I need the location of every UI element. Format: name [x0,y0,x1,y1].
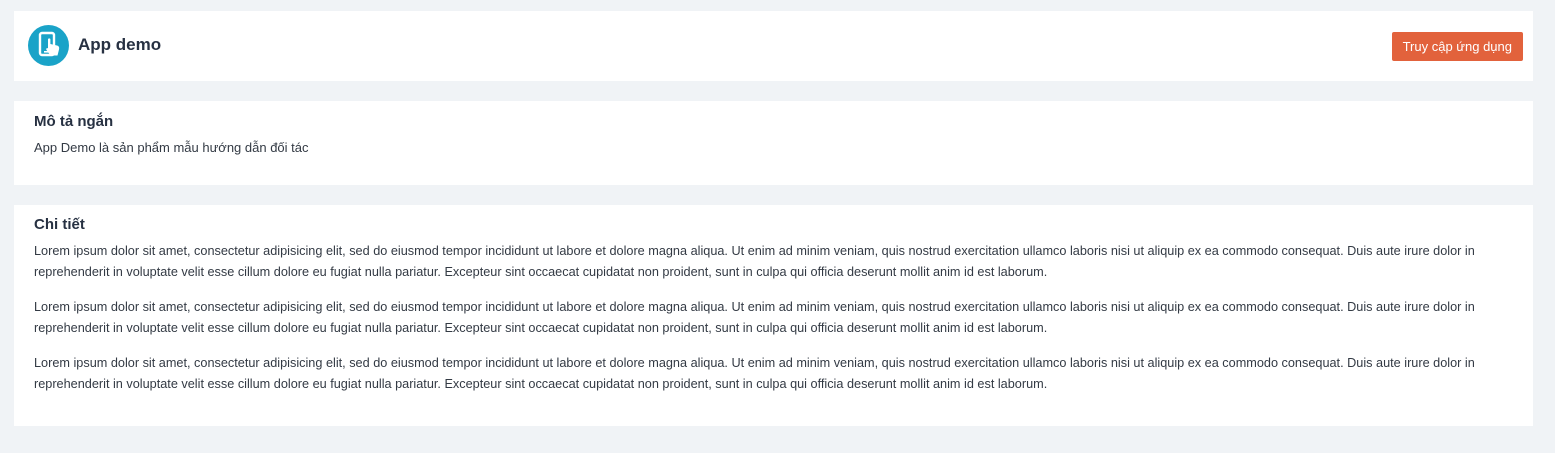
detail-paragraph: Lorem ipsum dolor sit amet, consectetur … [34,244,1475,279]
app-header: App demo Truy cập ứng dụng [14,11,1533,81]
detail-paragraph: Lorem ipsum dolor sit amet, consectetur … [34,300,1475,335]
detail-paragraph: Lorem ipsum dolor sit amet, consectetur … [34,356,1475,391]
details-title: Chi tiết [34,216,85,233]
details-section: Chi tiết Lorem ipsum dolor sit amet, con… [14,205,1533,426]
short-description-section: Mô tả ngắn App Demo là sản phẩm mẫu hướn… [14,101,1533,185]
access-app-button[interactable]: Truy cập ứng dụng [1391,32,1523,61]
short-description-title: Mô tả ngắn [34,113,114,130]
phone-touch-icon [28,25,69,66]
app-title: App demo [78,35,162,54]
short-description-text: App Demo là sản phẩm mẫu hướng dẫn đối t… [34,140,309,155]
